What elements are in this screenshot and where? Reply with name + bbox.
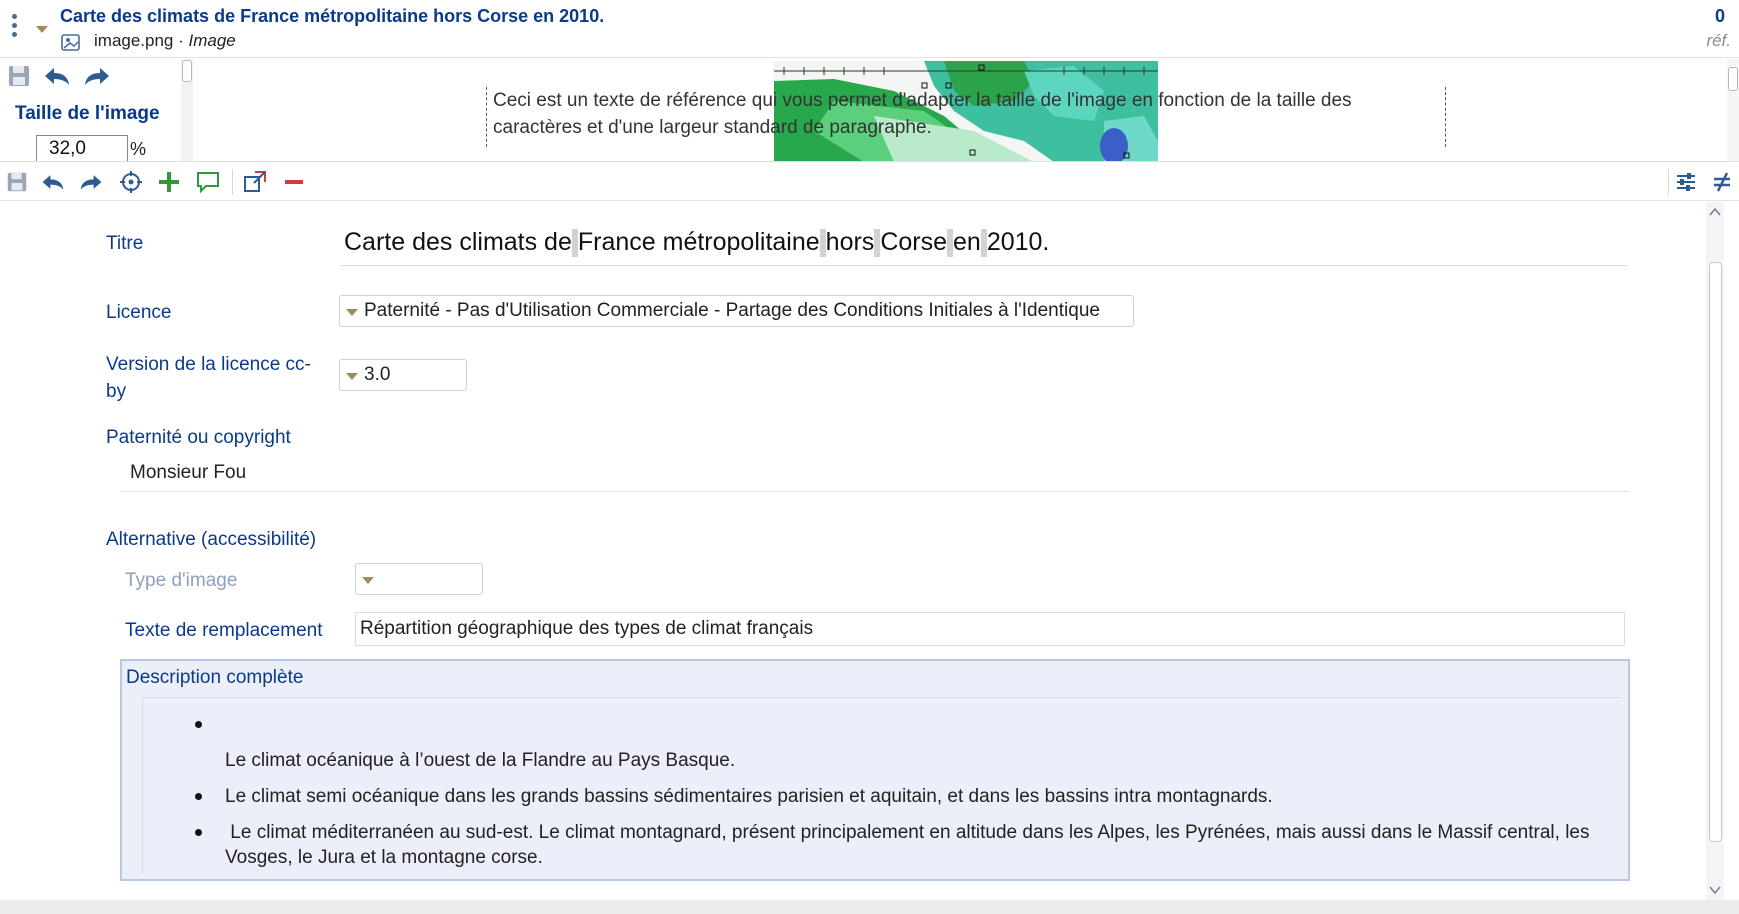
copyright-label: Paternité ou copyright [106,427,291,448]
add-button[interactable] [156,169,182,195]
image-size-input[interactable] [36,135,128,161]
comment-icon [197,172,219,194]
item-type: Image [188,31,236,50]
title-word: 2010. [986,228,1050,256]
preview-toolbar [6,63,112,89]
list-item[interactable]: Le climat semi océanique dans les grands… [195,784,1615,809]
accessibility-label: Alternative (accessibilité) [106,529,317,550]
item-title: Carte des climats de France métropolitai… [60,6,605,26]
alt-text-value: Répartition géographique des types de cl… [360,618,814,639]
licence-version-select[interactable]: 3.0 [339,359,467,391]
header: Carte des climats de France métropolitai… [0,0,1739,58]
diff-button[interactable] [1709,169,1735,195]
title-label: Titre [106,233,144,254]
image-size-label: Taille de l'image [15,103,160,124]
description-label: Description complète [126,667,304,688]
filename-separator: · [173,31,189,50]
reference-label: réf. [1706,31,1731,50]
image-type-select[interactable] [355,563,483,595]
external-link-button[interactable] [242,169,268,195]
title-word: Carte des climats de [344,228,572,256]
target-button[interactable] [118,169,144,195]
list-item[interactable]: Le climat océanique à l’ouest de la Flan… [195,748,1615,773]
more-options-icon[interactable] [12,14,20,40]
title-word: en [953,228,981,256]
licence-version-label: Version de la licence cc-by [106,354,311,402]
add-icon [159,172,179,192]
metadata-form: Titre Carte des climats de France métropo… [0,202,1706,900]
reference-paragraph: Ceci est un texte de référence qui vous … [486,87,1446,147]
comment-button[interactable] [195,169,221,195]
list-item[interactable]: Le climat méditerranéen au sud-est. Le c… [195,820,1615,870]
chevron-down-icon [346,373,358,380]
image-preview-band: Taille de l'image % Ceci est un texte de… [0,59,1739,162]
form-scrollbar[interactable] [1706,202,1724,900]
alt-text-label: Texte de remplacement [125,620,323,641]
undo-icon [42,175,64,190]
licence-select[interactable]: Paternité - Pas d'Utilisation Commercial… [339,295,1134,327]
reference-count: 0 [1714,6,1725,26]
title-word: Corse [880,228,947,256]
redo-button[interactable] [78,169,104,195]
list-item[interactable] [195,712,1615,737]
filename-text: image.png [94,31,174,50]
description-editor[interactable]: Le climat océanique à l’ouest de la Flan… [142,697,1622,873]
chevron-down-icon [362,577,374,584]
target-icon [120,171,142,193]
image-file-icon [61,34,80,51]
external-link-icon [244,171,266,192]
title-field[interactable]: Carte des climats de France métropolitain… [340,220,1628,266]
not-equal-icon [1714,172,1730,192]
alt-text-input[interactable]: Répartition géographique des types de cl… [355,612,1625,646]
redo-icon [80,175,102,190]
scroll-down-icon[interactable] [1709,884,1721,896]
copyright-value[interactable]: Monsieur Fou [130,462,246,484]
image-size-unit: % [130,139,147,159]
licence-value: Paternité - Pas d'Utilisation Commercial… [364,300,1100,321]
status-bar [0,900,1739,914]
settings-sliders-button[interactable] [1673,169,1699,195]
scroll-up-icon[interactable] [1709,206,1721,218]
remove-icon [285,180,303,184]
title-word: France métropolitaine [577,228,820,256]
description-list: Le climat océanique à l’ouest de la Flan… [195,712,1615,881]
image-size-panel: Taille de l'image % [0,59,178,161]
save-icon[interactable] [6,63,32,89]
chevron-down-icon [346,309,358,316]
scrollbar-thumb[interactable] [1709,262,1722,842]
undo-icon[interactable] [42,63,72,89]
save-button[interactable] [4,169,30,195]
size-panel-scrollbar[interactable] [181,59,193,161]
image-type-label: Type d'image [125,570,238,591]
main-toolbar [0,163,1739,201]
title-word: hors [825,228,875,256]
description-section: Description complète Le climat océanique… [120,659,1630,881]
collapse-caret-icon[interactable] [36,26,48,33]
sliders-icon [1677,173,1695,191]
licence-version-value: 3.0 [364,364,391,385]
preview-scrollbar[interactable] [1727,59,1739,161]
licence-label: Licence [106,302,172,323]
item-filename: image.png · Image [94,31,236,51]
undo-button[interactable] [40,169,66,195]
save-icon [7,172,27,192]
redo-icon[interactable] [82,63,112,89]
remove-button[interactable] [281,169,307,195]
